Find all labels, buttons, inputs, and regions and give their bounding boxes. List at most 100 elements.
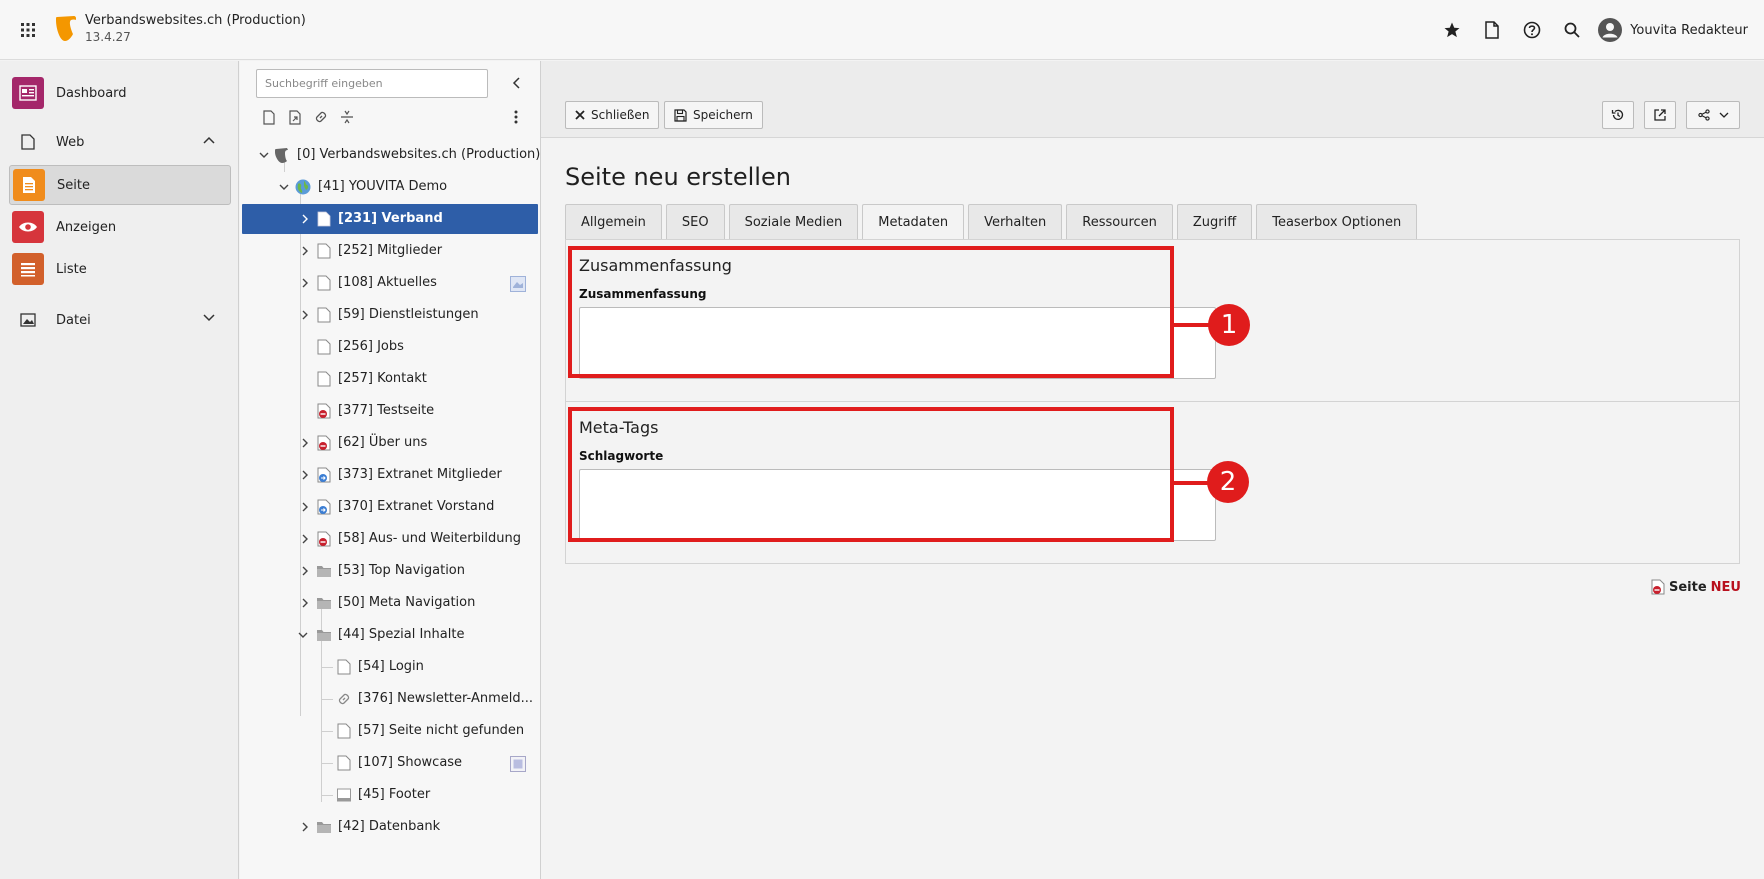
tree-node[interactable]: [256] Jobs xyxy=(240,332,540,362)
tree-node[interactable]: [257] Kontakt xyxy=(240,364,540,394)
user-name: Youvita Redakteur xyxy=(1630,22,1748,38)
chevron-right-icon[interactable] xyxy=(299,597,311,609)
page-icon[interactable] xyxy=(1472,10,1512,50)
chevron-right-icon[interactable] xyxy=(299,565,311,577)
divider-icon[interactable] xyxy=(334,105,360,129)
tab-allgemein[interactable]: Allgemein xyxy=(565,204,662,240)
chevron-right-icon[interactable] xyxy=(299,309,311,321)
site-title: Verbandswebsites.ch (Production) xyxy=(85,13,306,28)
search-icon[interactable] xyxy=(1552,10,1592,50)
save-button-label: Speichern xyxy=(693,108,753,122)
history-icon xyxy=(1611,109,1624,120)
news-badge-icon xyxy=(510,276,526,292)
chevron-right-icon[interactable] xyxy=(299,469,311,481)
new-page-icon[interactable] xyxy=(256,105,282,129)
chevron-down-icon[interactable] xyxy=(297,629,309,641)
tree-node[interactable]: [41] YOUVITA Demo xyxy=(240,172,540,202)
tree-node-label: [373] Extranet Mitglieder xyxy=(338,467,502,482)
tab-metadaten[interactable]: Metadaten xyxy=(862,204,965,241)
tree-node[interactable]: [42] Datenbank xyxy=(240,812,540,842)
module-group-web[interactable]: Web xyxy=(9,124,231,160)
tree-node[interactable]: [45] Footer xyxy=(240,780,540,810)
chevron-up-icon[interactable] xyxy=(203,136,215,144)
tree-node[interactable]: [377] Testseite xyxy=(240,396,540,426)
star-icon[interactable] xyxy=(1432,10,1472,50)
link-icon[interactable] xyxy=(308,105,334,129)
chevron-right-icon[interactable] xyxy=(299,821,311,833)
tab-teaserbox-optionen[interactable]: Teaserbox Optionen xyxy=(1256,204,1418,240)
page-tree: [0] Verbandswebsites.ch (Production) [41… xyxy=(240,61,541,879)
tree-node[interactable]: [53] Top Navigation xyxy=(240,556,540,586)
tab-zugriff[interactable]: Zugriff xyxy=(1176,204,1253,240)
typo3-logo[interactable] xyxy=(54,14,78,42)
tree-node[interactable]: [108] Aktuelles xyxy=(240,268,540,298)
tree-node[interactable]: [58] Aus- und Weiterbildung xyxy=(240,524,540,554)
eye-icon xyxy=(12,211,44,243)
chevron-right-icon[interactable] xyxy=(299,245,311,257)
tree-node[interactable]: [59] Dienstleistungen xyxy=(240,300,540,330)
tree-node-label: [256] Jobs xyxy=(338,339,404,354)
tab-ressourcen[interactable]: Ressourcen xyxy=(1066,204,1173,240)
collapse-tree-icon[interactable] xyxy=(506,73,526,93)
folder-icon xyxy=(317,598,331,609)
close-button[interactable]: Schließen xyxy=(565,101,660,129)
chevron-down-icon[interactable] xyxy=(203,314,215,322)
page-shortcut-icon[interactable] xyxy=(282,105,308,129)
chevron-down-icon[interactable] xyxy=(258,149,270,161)
module-anzeigen[interactable]: Anzeigen xyxy=(9,207,231,247)
record-new-label: NEU xyxy=(1710,579,1741,595)
tree-node[interactable]: [44] Spezial Inhalte xyxy=(240,620,540,650)
save-icon xyxy=(674,108,687,122)
page-icon xyxy=(337,659,351,675)
site-version: 13.4.27 xyxy=(85,30,131,44)
page-restricted-icon xyxy=(317,499,331,515)
module-seite[interactable]: Seite xyxy=(9,165,231,205)
module-dashboard[interactable]: Dashboard xyxy=(9,73,231,113)
chevron-right-icon[interactable] xyxy=(299,533,311,545)
tree-node[interactable]: [54] Login xyxy=(240,652,540,682)
tree-node[interactable]: [252] Mitglieder xyxy=(240,236,540,266)
tree-node[interactable]: [62] Über uns xyxy=(240,428,540,458)
tree-node-selected[interactable]: [231] Verband xyxy=(242,204,538,234)
tree-node-label: [57] Seite nicht gefunden xyxy=(358,723,525,738)
tab-seo[interactable]: SEO xyxy=(665,204,725,240)
toolbar-right: Youvita Redakteur xyxy=(1432,0,1764,60)
section-divider xyxy=(566,401,1739,402)
save-button[interactable]: Speichern xyxy=(664,101,763,129)
module-group-label: Datei xyxy=(56,312,91,328)
tree-search-input[interactable] xyxy=(256,69,488,98)
user-menu[interactable]: Youvita Redakteur xyxy=(1598,18,1748,42)
share-dropdown-button[interactable] xyxy=(1686,101,1740,129)
tree-node[interactable]: [107] Showcase xyxy=(240,748,540,778)
history-button[interactable] xyxy=(1602,101,1634,129)
chevron-right-icon[interactable] xyxy=(299,501,311,513)
module-group-datei[interactable]: Datei xyxy=(9,302,231,338)
dashboard-icon xyxy=(12,77,44,109)
tree-node-label: [376] Newsletter-Anmeld... xyxy=(358,691,533,706)
page-hidden-icon xyxy=(317,531,331,547)
tab-soziale-medien[interactable]: Soziale Medien xyxy=(728,204,859,240)
help-icon[interactable] xyxy=(1512,10,1552,50)
module-liste[interactable]: Liste xyxy=(9,249,231,289)
tree-node-label: [252] Mitglieder xyxy=(338,243,443,258)
chevron-right-icon[interactable] xyxy=(299,213,311,225)
tree-node-label: [42] Datenbank xyxy=(338,819,441,834)
apps-grid-icon[interactable] xyxy=(16,18,40,42)
list-icon xyxy=(12,253,44,285)
tree-node-label: [50] Meta Navigation xyxy=(338,595,476,610)
tree-node[interactable]: [373] Extranet Mitglieder xyxy=(240,460,540,490)
tree-node[interactable]: [370] Extranet Vorstand xyxy=(240,492,540,522)
chevron-down-icon[interactable] xyxy=(278,181,290,193)
tree-node-root[interactable]: [0] Verbandswebsites.ch (Production) xyxy=(240,140,540,170)
tree-node[interactable]: [376] Newsletter-Anmeld... xyxy=(240,684,540,714)
tree-node[interactable]: [57] Seite nicht gefunden xyxy=(240,716,540,746)
open-new-window-button[interactable] xyxy=(1644,101,1676,129)
module-label: Liste xyxy=(56,261,87,277)
page-icon xyxy=(337,723,351,739)
tree-node[interactable]: [50] Meta Navigation xyxy=(240,588,540,618)
tab-verhalten[interactable]: Verhalten xyxy=(968,204,1063,240)
tree-node-label: [53] Top Navigation xyxy=(338,563,466,578)
tree-options-icon[interactable] xyxy=(504,105,528,129)
chevron-right-icon[interactable] xyxy=(299,277,311,289)
chevron-right-icon[interactable] xyxy=(299,437,311,449)
